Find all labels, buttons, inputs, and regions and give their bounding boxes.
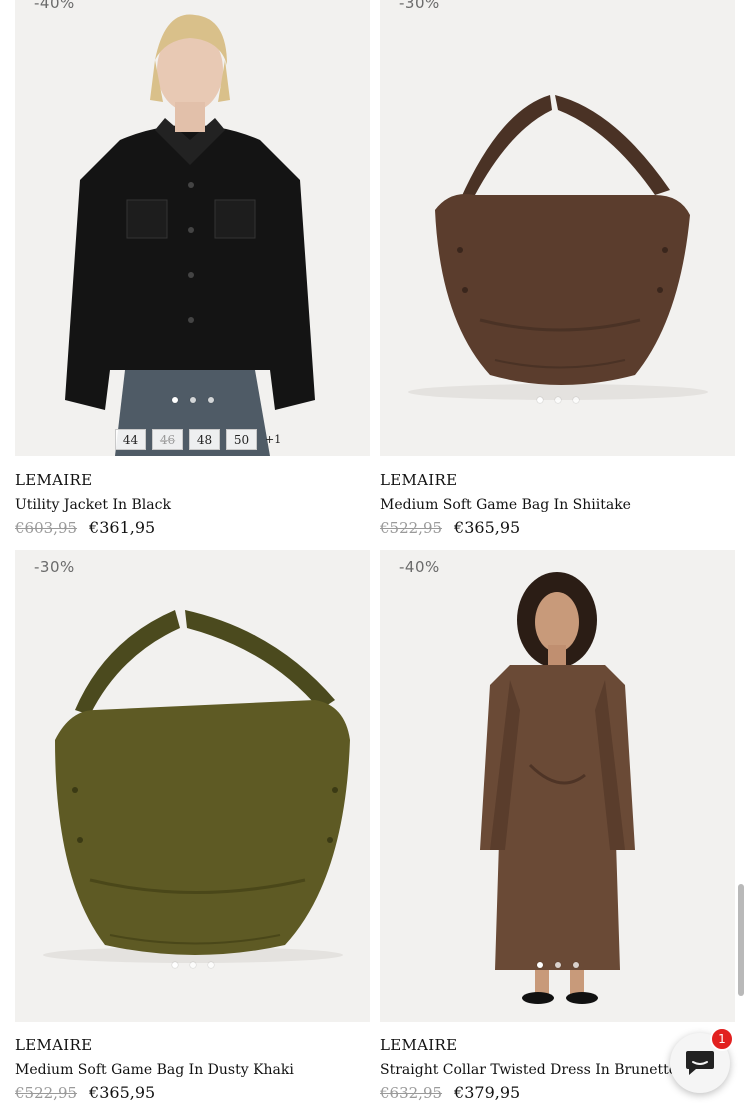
product-brand[interactable]: LEMAIRE [15,471,92,489]
product-image[interactable]: -40% [380,550,735,1022]
image-carousel-dots[interactable] [15,962,370,968]
product-title[interactable]: Utility Jacket In Black [15,497,171,513]
product-brand[interactable]: LEMAIRE [380,471,457,489]
product-title[interactable]: Straight Collar Twisted Dress In Brunett… [380,1062,677,1078]
price-row: €632,95 €379,95 [380,1083,520,1102]
size-chip[interactable]: 44 [115,429,146,450]
size-chip[interactable]: 48 [189,429,220,450]
product-card[interactable]: -30% [15,550,370,1022]
carousel-dot[interactable] [189,397,196,403]
dress-photo [380,550,735,1022]
image-carousel-dots[interactable] [380,397,735,403]
carousel-dot[interactable] [572,397,579,403]
carousel-dot[interactable] [572,962,579,968]
size-chip[interactable]: 50 [226,429,257,450]
carousel-dot[interactable] [554,962,561,968]
carousel-dot[interactable] [171,962,178,968]
shiitake-bag-photo [380,0,735,456]
notification-badge: 1 [710,1027,734,1051]
product-brand[interactable]: LEMAIRE [380,1036,457,1054]
price-row: €522,95 €365,95 [15,1083,155,1102]
carousel-dot[interactable] [207,397,214,403]
product-brand[interactable]: LEMAIRE [15,1036,92,1054]
carousel-dot[interactable] [207,962,214,968]
chat-bubble-icon [686,1051,714,1075]
original-price: €522,95 [15,1084,78,1102]
product-card[interactable]: -40% 44 46 48 50 +1 [15,0,370,456]
product-card[interactable]: -40% [380,550,735,1022]
sale-price: €365,95 [89,1083,156,1102]
khaki-bag-photo [15,550,370,1022]
product-image[interactable]: -30% [15,550,370,1022]
carousel-dot[interactable] [171,397,178,403]
size-chip[interactable]: 46 [152,429,183,450]
discount-badge: -30% [34,558,75,576]
image-carousel-dots[interactable] [380,962,735,968]
discount-badge: -40% [34,0,75,12]
image-carousel-dots[interactable] [15,397,370,403]
original-price: €522,95 [380,519,443,537]
price-row: €603,95 €361,95 [15,518,155,537]
discount-badge: -40% [399,558,440,576]
carousel-dot[interactable] [189,962,196,968]
sale-price: €361,95 [89,518,156,537]
product-title[interactable]: Medium Soft Game Bag In Dusty Khaki [15,1062,294,1078]
original-price: €632,95 [380,1084,443,1102]
product-grid-page: -40% 44 46 48 50 +1 LEMAIRE Utility Jack… [0,0,750,1114]
carousel-dot[interactable] [554,397,561,403]
discount-badge: -30% [399,0,440,12]
product-image[interactable]: -40% 44 46 48 50 +1 [15,0,370,456]
product-title[interactable]: Medium Soft Game Bag In Shiitake [380,497,631,513]
jacket-photo [15,0,370,456]
more-sizes-label[interactable]: +1 [263,433,281,446]
price-row: €522,95 €365,95 [380,518,520,537]
product-image[interactable]: -30% [380,0,735,456]
size-options: 44 46 48 50 +1 [115,429,281,450]
sale-price: €365,95 [454,518,521,537]
carousel-dot[interactable] [536,397,543,403]
product-card[interactable]: -30% [380,0,735,456]
scrollbar-thumb[interactable] [738,884,744,996]
carousel-dot[interactable] [536,962,543,968]
original-price: €603,95 [15,519,78,537]
sale-price: €379,95 [454,1083,521,1102]
